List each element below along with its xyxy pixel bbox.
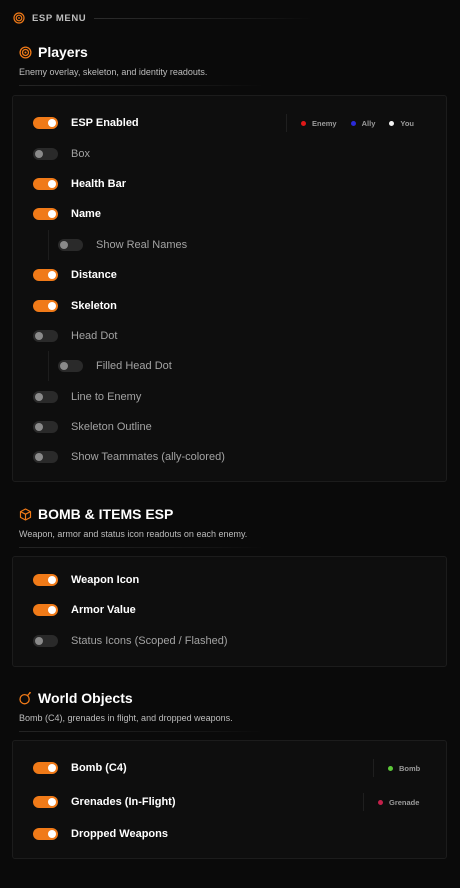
toggle-switch[interactable] — [33, 178, 58, 190]
target-icon — [19, 45, 32, 59]
indent-guide — [48, 230, 49, 260]
world-objects-panel: Bomb (C4) Bomb Grenades (In-Flight) Gren… — [12, 740, 447, 859]
toggle-label: Show Teammates (ally-colored) — [71, 451, 225, 463]
toggle-show-real-names[interactable]: Show Real Names — [48, 230, 188, 260]
header-divider — [94, 17, 313, 19]
toggle-switch[interactable] — [33, 330, 58, 342]
toggle-switch[interactable] — [33, 208, 58, 220]
toggle-skeleton-outline[interactable]: Skeleton Outline — [33, 420, 152, 434]
bomb-icon — [19, 691, 31, 705]
world-objects-section-header: World Objects Bomb (C4), grenades in fli… — [19, 690, 264, 732]
toggle-switch[interactable] — [33, 762, 58, 774]
section-title: Players — [38, 44, 88, 60]
toggle-box[interactable]: Box — [33, 147, 90, 161]
legend-label: Bomb — [399, 763, 421, 773]
legend-label: You — [400, 118, 414, 128]
players-section-header: Players Enemy overlay, skeleton, and ide… — [19, 44, 264, 86]
toggle-switch[interactable] — [33, 828, 58, 840]
toggle-switch[interactable] — [33, 604, 58, 616]
toggle-switch[interactable] — [33, 117, 58, 129]
bomb-items-panel: Weapon Icon Armor Value Status Icons (Sc… — [12, 556, 447, 667]
legend-enemy: Enemy — [301, 119, 337, 128]
toggle-label: Line to Enemy — [71, 391, 142, 403]
toggle-label: Filled Head Dot — [96, 360, 172, 372]
toggle-switch[interactable] — [33, 421, 58, 433]
toggle-show-teammates[interactable]: Show Teammates (ally-colored) — [33, 450, 225, 464]
toggle-label: Distance — [71, 269, 117, 281]
toggle-status-icons[interactable]: Status Icons (Scoped / Flashed) — [33, 634, 228, 648]
toggle-switch[interactable] — [33, 796, 58, 808]
toggle-switch[interactable] — [58, 360, 83, 372]
section-title: World Objects — [38, 690, 133, 706]
toggle-switch[interactable] — [33, 391, 58, 403]
toggle-label: Weapon Icon — [71, 574, 140, 586]
toggle-label: Show Real Names — [96, 239, 188, 251]
section-title: BOMB & ITEMS ESP — [38, 506, 174, 522]
section-description: Weapon, armor and status icon readouts o… — [19, 529, 248, 539]
toggle-skeleton[interactable]: Skeleton — [33, 299, 117, 313]
toggle-label: Dropped Weapons — [71, 828, 168, 840]
team-color-legend: Enemy Ally You — [286, 114, 414, 132]
color-dot-icon — [301, 120, 306, 126]
toggle-name[interactable]: Name — [33, 207, 101, 221]
legend-bomb: Bomb — [388, 764, 420, 773]
section-divider — [19, 731, 264, 732]
toggle-switch[interactable] — [33, 451, 58, 463]
toggle-label: Skeleton Outline — [71, 421, 152, 433]
section-description: Enemy overlay, skeleton, and identity re… — [19, 67, 208, 77]
menu-header: ESP MENU — [13, 11, 313, 25]
toggle-label: Grenades (In-Flight) — [71, 796, 176, 808]
legend-ally: Ally — [350, 118, 376, 128]
toggle-bomb-c4[interactable]: Bomb (C4) — [33, 761, 127, 775]
menu-title: ESP MENU — [32, 12, 87, 24]
legend-label: Grenade — [389, 797, 420, 807]
target-icon — [13, 12, 25, 24]
grenade-color-legend: Grenade — [363, 793, 419, 811]
legend-label: Enemy — [312, 118, 337, 128]
toggle-label: Bomb (C4) — [71, 762, 127, 774]
toggle-label: Health Bar — [71, 178, 127, 190]
toggle-weapon-icon[interactable]: Weapon Icon — [33, 573, 139, 587]
toggle-label: Name — [71, 208, 101, 220]
toggle-health-bar[interactable]: Health Bar — [33, 177, 126, 191]
toggle-label: Skeleton — [71, 300, 117, 312]
players-panel: ESP Enabled Enemy Ally You Box Health Ba… — [12, 95, 447, 482]
toggle-switch[interactable] — [33, 300, 58, 312]
toggle-label: Armor Value — [71, 604, 136, 616]
indent-guide — [48, 351, 49, 381]
color-dot-icon — [378, 799, 383, 805]
section-divider — [19, 85, 264, 86]
toggle-switch[interactable] — [33, 148, 58, 160]
bomb-color-legend: Bomb — [373, 759, 420, 777]
bomb-items-section-header: BOMB & ITEMS ESP Weapon, armor and statu… — [19, 506, 264, 548]
toggle-grenades-in-flight[interactable]: Grenades (In-Flight) — [33, 795, 176, 809]
toggle-label: Box — [71, 148, 90, 160]
color-dot-icon — [389, 120, 395, 126]
color-dot-icon — [350, 120, 356, 126]
toggle-label: ESP Enabled — [71, 117, 139, 129]
toggle-filled-head-dot[interactable]: Filled Head Dot — [48, 351, 172, 381]
toggle-label: Head Dot — [71, 330, 118, 342]
toggle-dropped-weapons[interactable]: Dropped Weapons — [33, 827, 168, 841]
toggle-switch[interactable] — [58, 239, 83, 251]
legend-you: You — [389, 119, 414, 128]
toggle-head-dot[interactable]: Head Dot — [33, 329, 117, 343]
toggle-esp-enabled[interactable]: ESP Enabled — [33, 116, 139, 130]
color-dot-icon — [388, 765, 393, 771]
toggle-line-to-enemy[interactable]: Line to Enemy — [33, 390, 141, 404]
legend-label: Ally — [361, 118, 376, 128]
section-divider — [19, 547, 264, 548]
toggle-switch[interactable] — [33, 269, 58, 281]
toggle-armor-value[interactable]: Armor Value — [33, 603, 136, 617]
toggle-switch[interactable] — [33, 574, 58, 586]
toggle-label: Status Icons (Scoped / Flashed) — [71, 635, 228, 647]
cube-icon — [19, 507, 32, 521]
legend-grenade: Grenade — [378, 798, 419, 807]
toggle-distance[interactable]: Distance — [33, 268, 117, 282]
section-description: Bomb (C4), grenades in flight, and dropp… — [19, 713, 233, 723]
toggle-switch[interactable] — [33, 635, 58, 647]
